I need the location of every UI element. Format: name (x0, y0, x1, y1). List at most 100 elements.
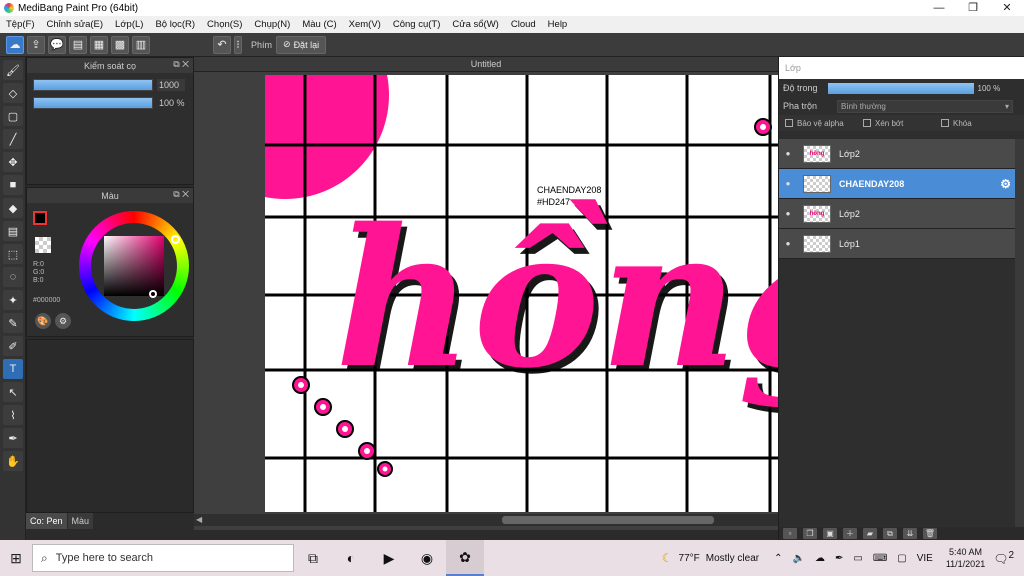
rectangle-tool-icon[interactable]: ▢ (3, 106, 23, 126)
panel-popout-close-icon[interactable]: ⧉ ✕ (173, 189, 189, 200)
operation-tool-icon[interactable]: ↖ (3, 382, 23, 402)
panel-popout-close-icon[interactable]: ⧉ ✕ (173, 59, 189, 70)
chrome-icon[interactable]: ◉ (408, 540, 446, 576)
eyedropper-tool-icon[interactable]: ✒ (3, 428, 23, 448)
cloud-icon[interactable]: ☁ (6, 35, 24, 54)
brush-opacity-slider[interactable] (33, 97, 153, 109)
menu-tools[interactable]: Công cụ(T) (393, 19, 441, 30)
eraser-tool-icon[interactable]: ◇ (3, 83, 23, 103)
horizontal-scrollbar[interactable]: ◀ (194, 514, 778, 526)
brush-size-slider[interactable] (33, 79, 153, 91)
layout-icon[interactable]: ▥ (132, 35, 150, 54)
taskbar-search[interactable]: ⌕ Type here to search (32, 544, 294, 572)
add-layer-menu-icon[interactable]: ＋ (843, 528, 857, 539)
menu-view[interactable]: Xem(V) (349, 19, 381, 30)
scroll-left-icon[interactable]: ◀ (196, 515, 202, 524)
protect-alpha-checkbox[interactable]: Bảo vệ alpha (779, 119, 857, 128)
lock-checkbox[interactable]: Khóa (935, 119, 1013, 128)
menu-cloud[interactable]: Cloud (511, 19, 536, 30)
weather-widget[interactable]: ☾ 77°F Mostly clear (662, 551, 759, 565)
chevron-up-icon[interactable]: ⌃ (774, 553, 782, 564)
document-icon[interactable]: ▦ (90, 35, 108, 54)
zoom-icon[interactable]: ▶ (370, 540, 408, 576)
color-wheel[interactable] (79, 211, 189, 321)
palette-icon[interactable]: 🎨 (35, 313, 51, 329)
brush-size-value[interactable]: 1000 (157, 79, 185, 91)
medibang-taskbar-icon[interactable]: ✿ (446, 540, 484, 576)
foreground-color-swatch[interactable] (33, 211, 47, 225)
palette-settings-icon[interactable]: ⚙ (55, 313, 71, 329)
fill-rect-tool-icon[interactable]: ■ (3, 175, 23, 195)
menu-color[interactable]: Màu (C) (302, 19, 336, 30)
message-icon[interactable]: ▤ (69, 35, 87, 54)
menu-edit[interactable]: Chỉnh sửa(E) (47, 19, 104, 30)
menu-select[interactable]: Chọn(S) (207, 19, 242, 30)
hand-tool-icon[interactable]: ✋ (3, 451, 23, 471)
menu-window[interactable]: Cửa sổ(W) (452, 19, 498, 30)
menu-file[interactable]: Tệp(F) (6, 19, 35, 30)
battery-icon[interactable]: ▭ (853, 553, 862, 564)
lasso-tool-icon[interactable]: ◌ (3, 267, 23, 287)
transparent-swatch[interactable] (35, 237, 51, 253)
menu-snap[interactable]: Chụp(N) (254, 19, 290, 30)
copy-layer-icon[interactable]: ❐ (803, 528, 817, 539)
saturation-value-square[interactable] (104, 236, 164, 296)
layer-opacity-slider[interactable] (827, 82, 974, 94)
layer-row[interactable]: ● Lớp1 (779, 229, 1015, 259)
menu-help[interactable]: Help (548, 19, 568, 30)
layer-row[interactable]: ● hồng Lớp2 (779, 139, 1015, 169)
horizontal-scroll-thumb[interactable] (502, 516, 714, 524)
cloud-sync-icon[interactable]: ☁ (815, 553, 825, 564)
select-rect-tool-icon[interactable]: ⬚ (3, 244, 23, 264)
layers-scrollbar[interactable] (1015, 139, 1024, 527)
clipping-checkbox[interactable]: Xén bớt (857, 119, 935, 128)
tab-color[interactable]: Màu (67, 513, 94, 529)
new-halftone-layer-icon[interactable]: ▣ (823, 528, 837, 539)
language-indicator[interactable]: VIE (917, 553, 933, 564)
layer-settings-gear-icon[interactable]: ⚙ (1000, 177, 1011, 191)
tab-pen[interactable]: Co: Pen (26, 513, 67, 529)
blend-mode-select[interactable]: Bình thường (837, 99, 1014, 113)
display-icon[interactable]: ▢ (897, 553, 906, 564)
edge-icon[interactable]: ◐ (332, 540, 370, 576)
artboard[interactable]: CHAENDAY208 #HD247 hồng hồng (265, 75, 778, 512)
taskbar-clock[interactable]: 5:40 AM 11/1/2021 (946, 546, 985, 570)
merge-down-icon[interactable]: ⇊ (903, 528, 917, 539)
redo-icon[interactable]: ⁝ (234, 35, 242, 54)
layer-row[interactable]: ● hồng Lớp2 (779, 199, 1015, 229)
notifications-icon[interactable]: 🗨2 (993, 550, 1014, 566)
keyboard-icon[interactable]: ⌨ (873, 553, 887, 564)
gradient-tool-icon[interactable]: ▤ (3, 221, 23, 241)
folder-icon[interactable]: ▰ (863, 528, 877, 539)
menu-filter[interactable]: Bộ lọc(R) (155, 19, 195, 30)
visibility-icon[interactable]: ● (779, 179, 797, 188)
visibility-icon[interactable]: ● (779, 149, 797, 158)
task-view-icon[interactable]: ⧉ (294, 540, 332, 576)
menu-layer[interactable]: Lớp(L) (115, 19, 143, 30)
trash-icon[interactable]: 🗑 (923, 528, 937, 539)
close-button[interactable]: ✕ (990, 0, 1024, 16)
duplicate-icon[interactable]: ⧉ (883, 528, 897, 539)
bucket-tool-icon[interactable]: ◆ (3, 198, 23, 218)
pen-icon[interactable]: ✒ (835, 553, 843, 564)
magic-wand-tool-icon[interactable]: ✦ (3, 290, 23, 310)
select-eraser-tool-icon[interactable]: ✐ (3, 336, 23, 356)
maximize-button[interactable]: ❐ (956, 0, 990, 16)
document-tab[interactable]: Untitled (194, 57, 778, 72)
select-pen-tool-icon[interactable]: ✎ (3, 313, 23, 333)
minimize-button[interactable]: — (922, 0, 956, 16)
saturation-knob[interactable] (149, 290, 157, 298)
reset-button[interactable]: ⊘ Đặt lại (276, 35, 327, 54)
move-tool-icon[interactable]: ✥ (3, 152, 23, 172)
layer-row-selected[interactable]: ● CHAENDAY208 ⚙ (779, 169, 1015, 199)
comment-icon[interactable]: 💬 (48, 35, 66, 54)
share-icon[interactable]: ⇪ (27, 35, 45, 54)
hue-knob[interactable] (171, 235, 180, 244)
visibility-icon[interactable]: ● (779, 239, 797, 248)
new-layer-icon[interactable]: ▫ (783, 528, 797, 539)
speaker-icon[interactable]: 🔈 (793, 553, 805, 564)
dropper-tool-icon[interactable]: ⌇ (3, 405, 23, 425)
brush-tool-icon[interactable]: 🖌 (3, 60, 23, 80)
undo-icon[interactable]: ↶ (213, 35, 231, 54)
text-tool-icon[interactable]: T (3, 359, 23, 379)
